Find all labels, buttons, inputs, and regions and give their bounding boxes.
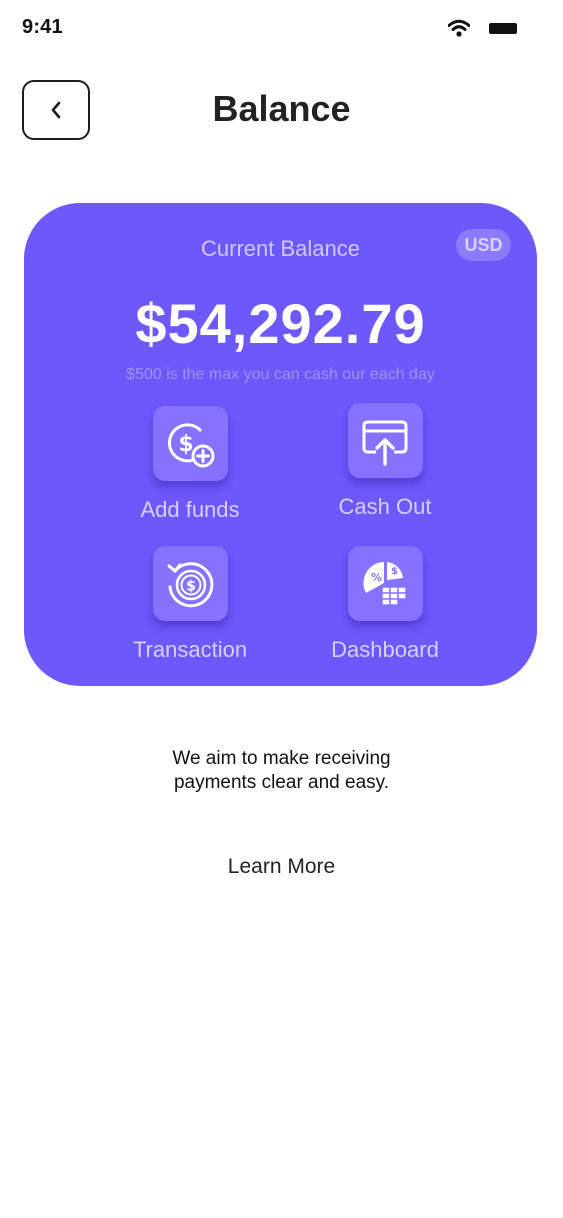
transaction-history-icon: $ [167,561,214,607]
wifi-icon [448,19,470,37]
card-note: $500 is the max you can cash our each da… [126,366,435,383]
dashboard-button[interactable]: % $ [347,546,423,621]
svg-text:%: % [371,571,382,584]
dashboard-action[interactable]: % $ Dashboard [310,546,460,663]
add-funds-button[interactable]: $ [152,406,228,481]
svg-text:$: $ [178,432,193,457]
currency-badge[interactable]: USD [456,229,511,261]
add-funds-label: Add funds [140,497,240,522]
transaction-action[interactable]: $ Transaction [115,546,265,663]
page-title: Balance [212,88,351,129]
svg-text:$: $ [391,566,398,577]
cash-out-icon [362,420,408,466]
tagline: We aim to make receiving payments clear … [0,747,563,795]
balance-card: Current Balance USD $54,292.79 $500 is t… [24,203,537,686]
cash-out-button[interactable] [347,403,423,478]
cash-out-label: Cash Out [338,494,432,519]
balance-amount: $54,292.79 [135,292,426,355]
transaction-button[interactable]: $ [152,546,228,621]
dollar-add-icon: $ [168,422,215,467]
transaction-label: Transaction [132,637,248,662]
tagline-text: We aim to make receiving payments clear … [172,748,391,793]
battery-icon [489,23,517,34]
svg-text:$: $ [186,578,196,594]
cash-out-action[interactable]: Cash Out [310,403,460,520]
learn-more-link[interactable]: Learn More [0,855,563,879]
add-funds-action[interactable]: $ Add funds [115,406,265,523]
dashboard-chart-icon: % $ [363,561,407,606]
status-bar: 9:41 [0,0,563,56]
dashboard-label: Dashboard [331,637,439,662]
status-time: 9:41 [22,16,63,38]
